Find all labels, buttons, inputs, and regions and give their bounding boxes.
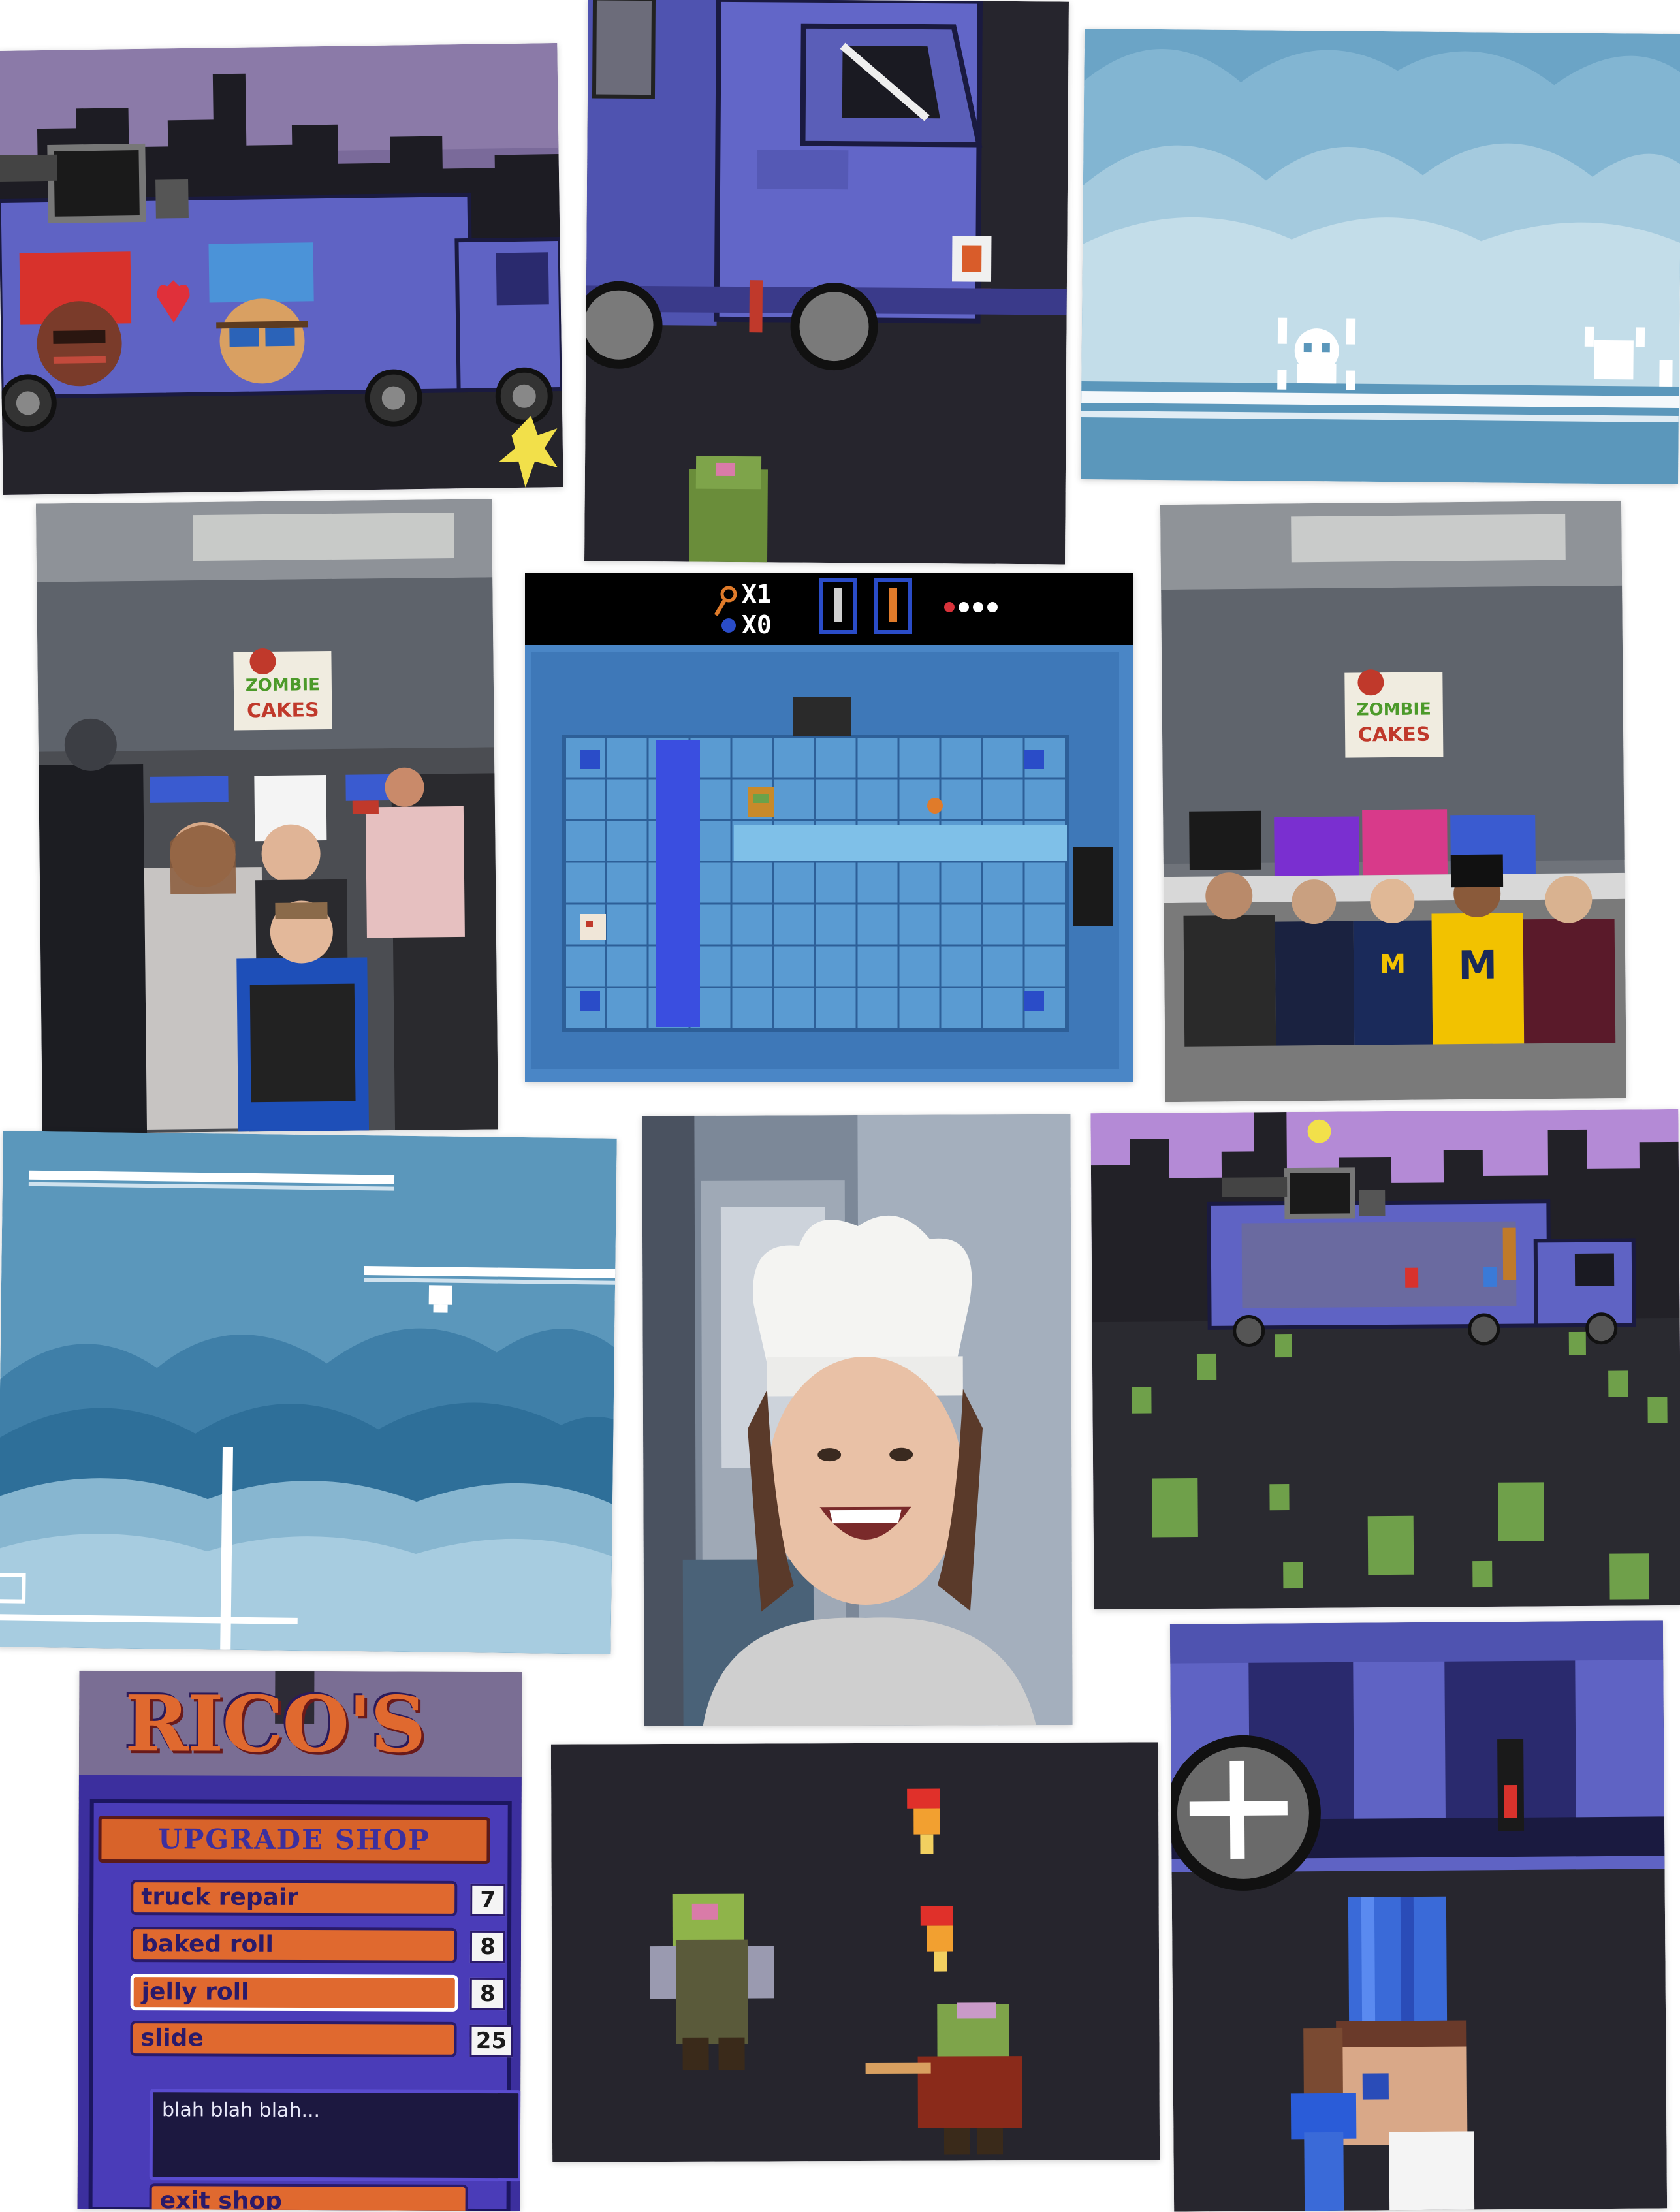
sign-text-1: ZOMBIE xyxy=(1357,699,1431,719)
sky-skulls-image xyxy=(1081,29,1680,484)
cloud-platforms-image xyxy=(0,1131,617,1654)
shop-item-slide[interactable]: slide 25 xyxy=(130,2021,515,2060)
shop-item-label: baked roll xyxy=(130,1927,458,1963)
truck-night-tile xyxy=(1090,1109,1680,1610)
chef-closeup-tile xyxy=(1169,1620,1668,2212)
zombie-fight-image xyxy=(550,1742,1160,2162)
shop-dialog-box: blah blah blah... xyxy=(149,2089,522,2182)
shop-item-list: truck repair 7 baked roll 8 jelly roll 8… xyxy=(130,1880,516,2069)
shop-title: RICO'S xyxy=(124,1678,425,1770)
hud-keys-count: X1 xyxy=(742,580,772,608)
sign-text-1: ZOMBIE xyxy=(246,675,320,695)
chef-selfie-image xyxy=(642,1114,1073,1727)
truck-mural-tile xyxy=(0,43,563,495)
exit-shop-label: exit shop xyxy=(159,2187,282,2211)
shop-item-price: 8 xyxy=(469,1930,506,1964)
shop-item-price: 8 xyxy=(469,1977,505,2011)
upgrade-shop-tile: RICO'S UPGRADE SHOP truck repair 7 baked… xyxy=(77,1670,522,2211)
shop-subtitle-banner: UPGRADE SHOP xyxy=(98,1815,490,1865)
shirt-logo: M xyxy=(1458,943,1497,989)
chef-closeup-image xyxy=(1169,1620,1668,2212)
truck-closeup-image xyxy=(584,0,1069,565)
dungeon-image: X1 X0 xyxy=(525,573,1133,1082)
shop-subtitle: UPGRADE SHOP xyxy=(158,1823,431,1856)
sign-text-2: CAKES xyxy=(1358,723,1431,747)
shop-dialog-text: blah blah blah... xyxy=(162,2098,321,2123)
dungeon-tile: X1 X0 xyxy=(525,573,1133,1082)
shop-item-jelly-roll[interactable]: jelly roll 8 xyxy=(130,1974,516,2013)
bomb-icon xyxy=(721,618,736,633)
zombie-fight-tile xyxy=(550,1742,1160,2162)
hud-bombs-count: X0 xyxy=(742,610,772,639)
chef-selfie-tile xyxy=(642,1114,1073,1727)
shop-item-price: 7 xyxy=(470,1883,506,1917)
family-photo-image: ZOMBIE CAKES xyxy=(35,499,499,1134)
cloud-platforms-tile xyxy=(0,1131,617,1654)
shop-item-price: 25 xyxy=(469,2024,513,2058)
team-photo-tile: ZOMBIE CAKES M M xyxy=(1160,500,1626,1103)
truck-closeup-tile xyxy=(584,0,1069,565)
family-photo-tile: ZOMBIE CAKES xyxy=(35,499,499,1134)
shop-item-label: truck repair xyxy=(131,1880,458,1916)
truck-night-image xyxy=(1090,1109,1680,1610)
exit-shop-button[interactable]: exit shop xyxy=(149,2183,468,2211)
shop-item-label: slide xyxy=(130,2021,457,2057)
shop-item-truck-repair[interactable]: truck repair 7 xyxy=(131,1880,516,1919)
shop-item-label-selected: jelly roll xyxy=(130,1974,458,2012)
team-photo-image: ZOMBIE CAKES M M xyxy=(1160,500,1626,1103)
shirt-logo: M xyxy=(1380,949,1406,979)
sky-skulls-tile xyxy=(1081,29,1680,484)
shop-item-baked-roll[interactable]: baked roll 8 xyxy=(130,1927,516,1966)
sign-text-2: CAKES xyxy=(247,699,319,722)
truck-mural-image xyxy=(0,43,563,495)
